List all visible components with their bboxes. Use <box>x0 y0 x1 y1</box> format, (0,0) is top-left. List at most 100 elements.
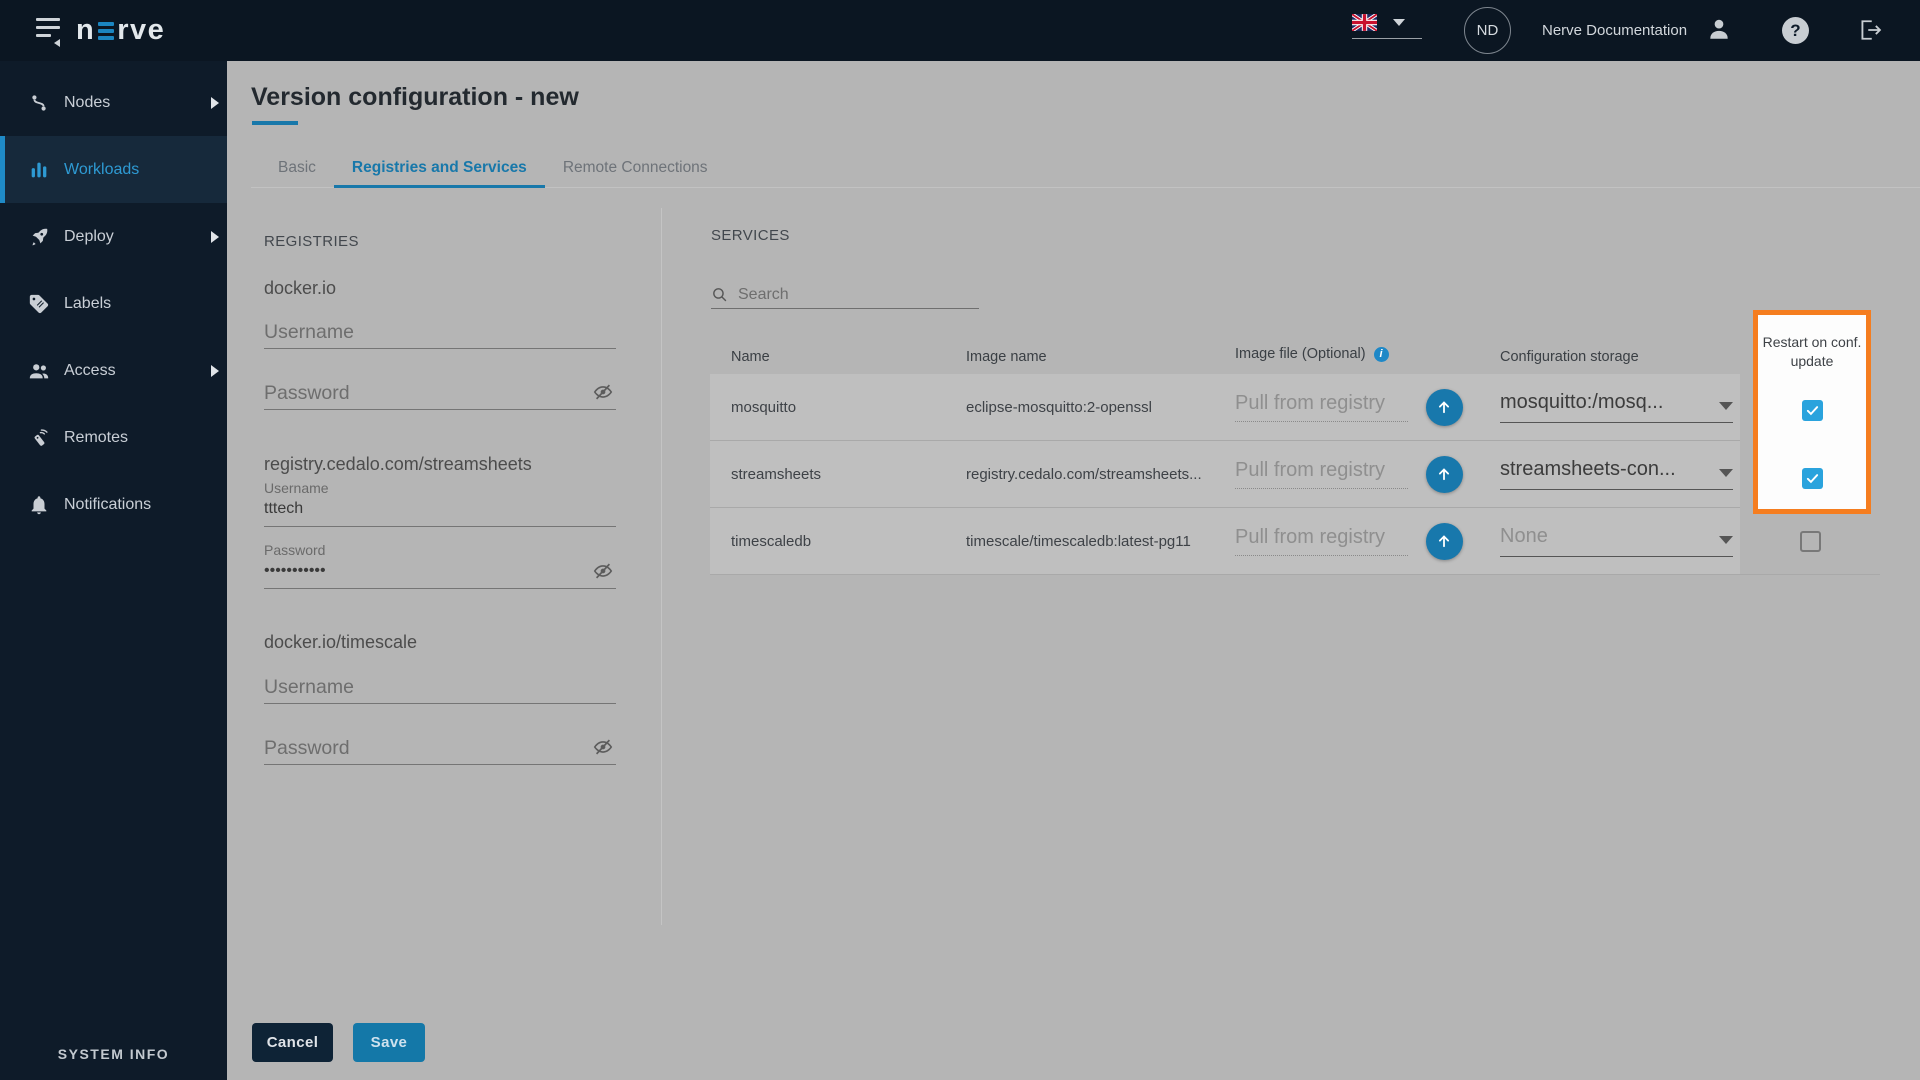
password-input[interactable] <box>264 382 616 409</box>
upload-image-button[interactable] <box>1426 523 1463 560</box>
services-heading: SERVICES <box>711 227 790 244</box>
language-selector[interactable] <box>1352 14 1422 39</box>
password-input[interactable] <box>264 559 616 588</box>
nerve-logo: n rve <box>76 14 165 47</box>
visibility-off-icon[interactable] <box>592 381 614 403</box>
registries-heading: REGISTRIES <box>264 227 616 250</box>
config-storage-select[interactable]: None <box>1500 525 1733 557</box>
top-bar: n rve ND Nerve Documentation ? <box>0 0 1920 61</box>
notifications-bell-icon <box>28 494 50 516</box>
chevron-down-icon <box>1719 402 1733 410</box>
chevron-right-icon <box>211 97 219 109</box>
services-table: Name Image name Image file (Optional) i … <box>710 331 1880 575</box>
username-field <box>264 321 616 349</box>
table-row: timescaledb timescale/timescaledb:latest… <box>710 508 1880 575</box>
nodes-icon <box>28 92 50 114</box>
registry-name: registry.cedalo.com/streamsheets <box>264 453 616 475</box>
deploy-rocket-icon <box>28 226 50 248</box>
sidebar-item-access[interactable]: Access <box>0 337 227 404</box>
restart-checkbox[interactable] <box>1800 531 1821 552</box>
info-icon[interactable]: i <box>1374 347 1389 362</box>
username-input[interactable] <box>264 321 616 348</box>
logo-text: rve <box>117 14 165 47</box>
logout-icon[interactable] <box>1856 16 1884 49</box>
visibility-off-icon[interactable] <box>592 560 614 582</box>
table-row: mosquitto eclipse-mosquitto:2-openssl mo… <box>710 374 1880 441</box>
config-storage-select[interactable]: mosquitto:/mosq... <box>1500 391 1733 423</box>
save-button[interactable]: Save <box>353 1023 425 1062</box>
services-search <box>711 281 979 309</box>
password-field <box>264 737 616 765</box>
title-underline <box>252 121 298 125</box>
user-avatar[interactable]: ND <box>1464 7 1511 54</box>
page-title: Version configuration - new <box>251 83 579 112</box>
service-name: mosquitto <box>710 374 945 441</box>
sidebar-item-label: Workloads <box>64 161 139 179</box>
menu-toggle-icon[interactable] <box>36 18 60 42</box>
workloads-icon <box>28 159 50 181</box>
search-icon <box>711 286 728 303</box>
restart-column-highlight: Restart on conf. update <box>1753 310 1871 514</box>
sidebar-item-nodes[interactable]: Nodes <box>0 69 227 136</box>
uk-flag-icon <box>1352 14 1377 31</box>
sidebar-item-label: Deploy <box>64 228 114 246</box>
service-image-name: timescale/timescaledb:latest-pg11 <box>945 508 1226 575</box>
check-icon <box>1805 471 1820 486</box>
chevron-right-icon <box>211 231 219 243</box>
table-row: streamsheets registry.cedalo.com/streams… <box>710 441 1880 508</box>
password-field: Password <box>264 542 616 589</box>
tab-basic[interactable]: Basic <box>260 157 334 188</box>
logo-e-icon <box>98 22 114 40</box>
upload-arrow-icon <box>1435 398 1453 416</box>
sidebar-item-workloads[interactable]: Workloads <box>0 136 227 203</box>
service-name: timescaledb <box>710 508 945 575</box>
sidebar-item-label: Labels <box>64 295 111 313</box>
search-input[interactable] <box>738 286 958 304</box>
tab-bar: Basic Registries and Services Remote Con… <box>251 157 1920 188</box>
upload-image-button[interactable] <box>1426 389 1463 426</box>
sidebar-item-deploy[interactable]: Deploy <box>0 203 227 270</box>
restart-checkbox[interactable] <box>1802 400 1823 421</box>
password-input[interactable] <box>264 737 616 764</box>
column-header-name: Name <box>710 349 945 374</box>
chevron-down-icon <box>1719 536 1733 544</box>
restart-checkbox[interactable] <box>1802 468 1823 489</box>
visibility-off-icon[interactable] <box>592 736 614 758</box>
main-content: Version configuration - new Basic Regist… <box>227 61 1920 1080</box>
system-info-button[interactable]: SYSTEM INFO <box>0 1046 227 1062</box>
sidebar-item-labels[interactable]: Labels <box>0 270 227 337</box>
username-input[interactable] <box>264 676 616 703</box>
sidebar-item-remotes[interactable]: Remotes <box>0 404 227 471</box>
sidebar-item-label: Nodes <box>64 94 110 112</box>
sidebar: Nodes Workloads Deploy Labels <box>0 61 227 1080</box>
registry-name: docker.io <box>264 277 616 299</box>
help-icon[interactable]: ? <box>1782 17 1809 44</box>
profile-icon[interactable] <box>1706 16 1732 47</box>
column-header-config-storage: Configuration storage <box>1478 349 1740 374</box>
registries-panel: REGISTRIES docker.io registry.cedalo.com… <box>264 227 616 765</box>
table-header-row: Name Image name Image file (Optional) i … <box>710 331 1880 374</box>
upload-image-button[interactable] <box>1426 456 1463 493</box>
tab-remote-connections[interactable]: Remote Connections <box>545 157 726 188</box>
upload-arrow-icon <box>1435 465 1453 483</box>
sidebar-item-label: Access <box>64 362 116 380</box>
check-icon <box>1805 403 1820 418</box>
image-file-input[interactable] <box>1235 526 1408 556</box>
username-input[interactable] <box>264 497 616 526</box>
upload-arrow-icon <box>1435 532 1453 550</box>
image-file-input[interactable] <box>1235 459 1408 489</box>
password-label: Password <box>264 542 616 559</box>
cancel-button[interactable]: Cancel <box>252 1023 333 1062</box>
tab-registries-and-services[interactable]: Registries and Services <box>334 157 545 188</box>
column-header-restart: Restart on conf. update <box>1758 333 1866 371</box>
sidebar-item-notifications[interactable]: Notifications <box>0 471 227 538</box>
config-storage-select[interactable]: streamsheets-con... <box>1500 458 1733 490</box>
username-field: Username <box>264 480 616 527</box>
registry-name: docker.io/timescale <box>264 631 616 653</box>
chevron-right-icon <box>211 365 219 377</box>
image-file-input[interactable] <box>1235 392 1408 422</box>
username-label: Username <box>264 480 616 497</box>
documentation-link[interactable]: Nerve Documentation <box>1542 22 1687 39</box>
column-header-image-name: Image name <box>945 349 1226 374</box>
remotes-icon <box>28 427 50 449</box>
